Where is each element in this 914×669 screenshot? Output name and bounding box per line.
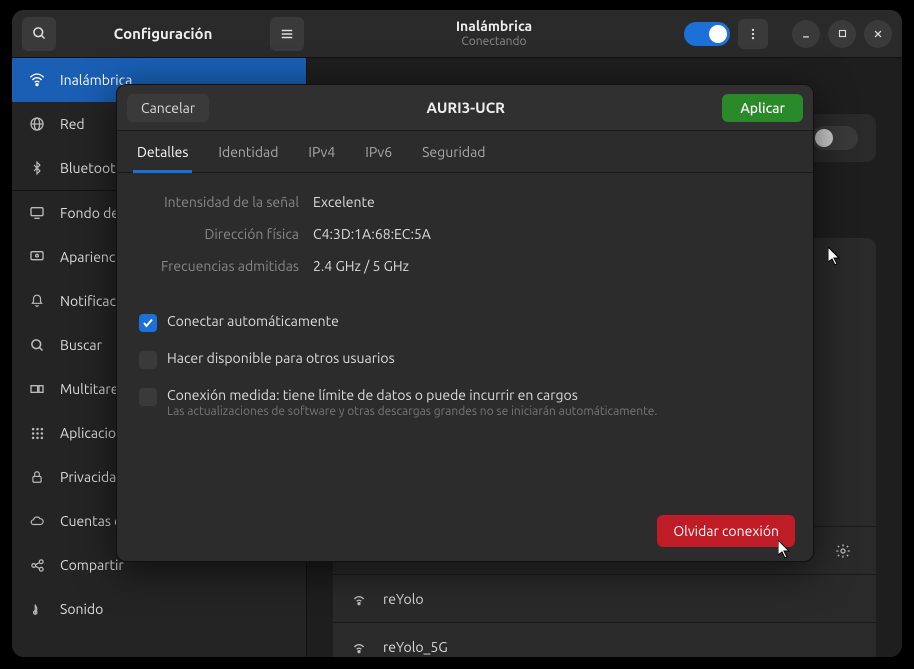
share-label: Hacer disponible para otros usuarios: [167, 350, 395, 366]
sidebar-item-label: Privacidad: [60, 469, 125, 485]
tab-detalles[interactable]: Detalles: [137, 131, 188, 172]
connection-dialog: Cancelar AURI3-UCR Aplicar Detalles Ident…: [116, 84, 814, 562]
forget-button[interactable]: Olvidar conexión: [657, 515, 795, 547]
tab-seguridad[interactable]: Seguridad: [422, 131, 485, 172]
page-title: Inalámbrica: [456, 19, 532, 34]
dots-vertical-icon: [746, 27, 760, 41]
sidebar-item-label: Red: [60, 116, 85, 132]
mac-value: C4:3D:1A:68:EC:5A: [313, 226, 431, 242]
airplane-toggle[interactable]: [812, 126, 858, 150]
hamburger-button[interactable]: [270, 17, 304, 51]
bell-icon: [28, 293, 46, 309]
tab-ipv4[interactable]: IPv4: [308, 131, 335, 172]
dialog-header: Cancelar AURI3-UCR Aplicar: [117, 85, 813, 131]
display-icon: [28, 205, 46, 221]
share-check[interactable]: Hacer disponible para otros usuarios: [139, 346, 791, 373]
network-name: reYolo: [383, 591, 424, 607]
auto-connect-check[interactable]: Conectar automáticamente: [139, 309, 791, 336]
sidebar-item-label: Compartir: [60, 557, 124, 573]
close-button[interactable]: [864, 20, 892, 48]
mac-label: Dirección física: [139, 226, 299, 242]
network-name: reYolo_5G: [383, 639, 448, 655]
network-row[interactable]: reYolo: [333, 574, 876, 622]
maximize-button[interactable]: [828, 20, 856, 48]
wifi-signal-icon: [351, 591, 369, 607]
grid-icon: [28, 426, 46, 441]
titlebar: Configuración Inalámbrica Conectando: [12, 10, 902, 58]
network-settings-button[interactable]: [828, 536, 858, 566]
metered-label: Conexión medida: tiene límite de datos o…: [167, 387, 578, 403]
sidebar-item-label: Buscar: [60, 337, 102, 353]
metered-sublabel: Las actualizaciones de software y otras …: [167, 405, 657, 418]
sidebar-item[interactable]: Sonido: [12, 587, 306, 631]
more-button[interactable]: [738, 19, 768, 49]
metered-check[interactable]: Conexión medida: tiene límite de datos o…: [139, 383, 791, 422]
cloud-icon: [28, 514, 46, 528]
checkbox-checked-icon: [139, 314, 157, 332]
page-subtitle: Conectando: [461, 35, 526, 48]
wifi-toggle[interactable]: [684, 22, 730, 46]
signal-label: Intensidad de la señal: [139, 194, 299, 210]
dialog-body: Intensidad de la señal Excelente Direcci…: [117, 173, 813, 501]
search-icon: [28, 338, 46, 353]
sidebar-item-label: Bluetooth: [60, 160, 124, 176]
wifi-signal-icon: [351, 639, 369, 655]
appearance-icon: [28, 249, 46, 265]
apply-button[interactable]: Aplicar: [722, 94, 803, 122]
close-icon: [873, 29, 883, 39]
sidebar-item-label: Sonido: [60, 601, 103, 617]
maximize-icon: [838, 29, 847, 38]
gear-icon: [835, 543, 851, 559]
auto-connect-label: Conectar automáticamente: [167, 313, 339, 329]
freq-label: Frecuencias admitidas: [139, 258, 299, 274]
dialog-tabs: Detalles Identidad IPv4 IPv6 Seguridad: [117, 131, 813, 173]
freq-value: 2.4 GHz / 5 GHz: [313, 258, 409, 274]
sound-icon: [28, 601, 46, 617]
wifi-icon: [28, 72, 46, 88]
network-row[interactable]: reYolo_5G: [333, 622, 876, 657]
minimize-button[interactable]: [792, 20, 820, 48]
share-icon: [28, 558, 46, 573]
multi-icon: [28, 381, 46, 397]
cancel-button[interactable]: Cancelar: [127, 94, 209, 122]
bt-icon: [28, 160, 46, 176]
checkbox-icon: [139, 351, 157, 369]
tab-identidad[interactable]: Identidad: [218, 131, 278, 172]
search-button[interactable]: [22, 17, 56, 51]
checkbox-icon: [139, 388, 157, 406]
search-icon: [32, 26, 47, 41]
dialog-title: AURI3-UCR: [209, 99, 722, 116]
hamburger-icon: [280, 27, 294, 41]
signal-value: Excelente: [313, 194, 375, 210]
lock-icon: [28, 469, 46, 485]
tab-ipv6[interactable]: IPv6: [365, 131, 392, 172]
minimize-icon: [801, 29, 811, 39]
globe-icon: [28, 116, 46, 132]
app-title: Configuración: [66, 25, 260, 42]
